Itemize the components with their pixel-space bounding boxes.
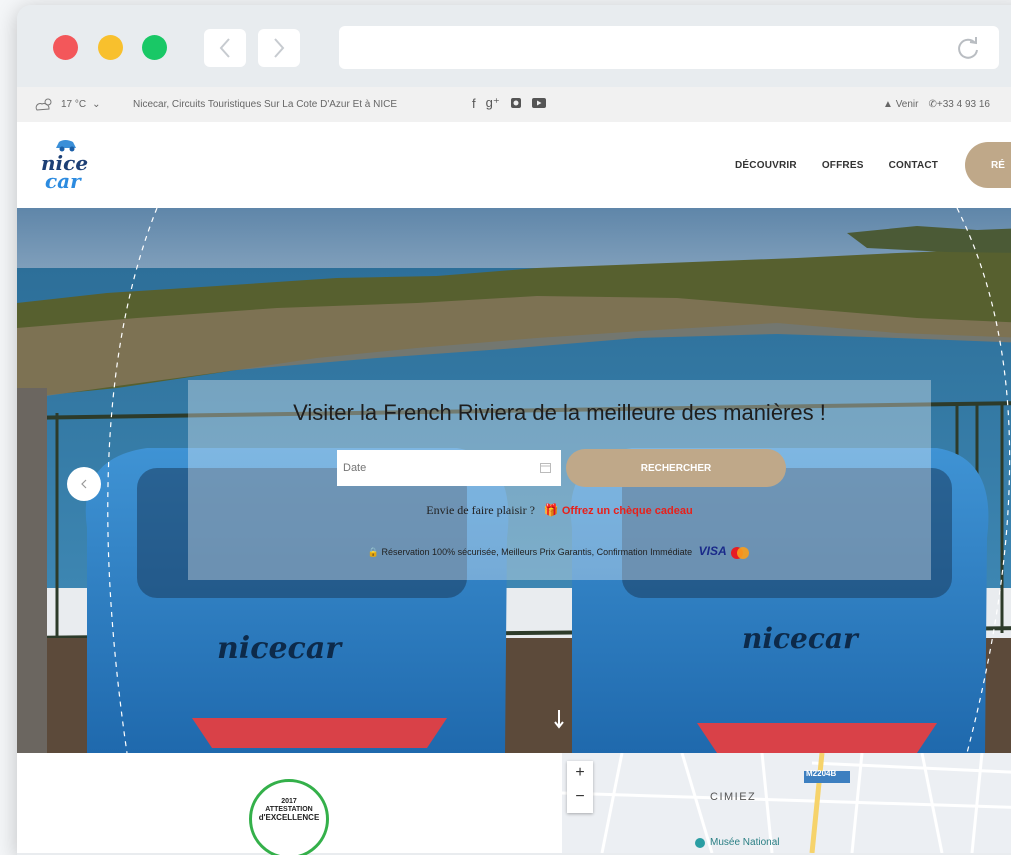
nav-offres[interactable]: OFFRES (822, 160, 864, 171)
calendar-icon[interactable] (540, 462, 551, 473)
tripadvisor-award-badge[interactable]: 2017 ATTESTATION d'EXCELLENCE (249, 779, 329, 855)
partly-cloudy-icon (35, 98, 52, 111)
instagram-icon[interactable] (510, 97, 522, 109)
nav-decouvrir[interactable]: DÉCOUVRIR (735, 160, 797, 171)
browser-toolbar (17, 5, 1011, 87)
chevron-left-icon (81, 479, 87, 489)
directions-link[interactable]: ▲ Venir (883, 99, 918, 110)
top-info-bar: 17 °C ⌄ Nicecar, Circuits Touristiques S… (17, 87, 1011, 122)
search-button[interactable]: RECHERCHER (566, 449, 786, 487)
minimize-window-button[interactable] (98, 35, 123, 60)
award-year: 2017 (281, 798, 297, 805)
address-bar[interactable] (339, 26, 999, 69)
reload-icon[interactable] (955, 35, 981, 61)
hero-section: nicecar nicecar Visiter la French Rivier… (17, 208, 1011, 753)
lock-icon: 🔒 (367, 547, 380, 557)
nicecar-logo[interactable]: nice car (37, 136, 97, 196)
map-district-label: CIMIEZ (710, 791, 757, 803)
weather-widget[interactable]: 17 °C ⌄ (35, 96, 101, 112)
site-header: nice car DÉCOUVRIR OFFRES CONTACT RÉ (17, 122, 1011, 208)
award-line2: d'EXCELLENCE (258, 813, 320, 822)
location-map[interactable]: + − CIMIEZ M2204B Musée National (562, 753, 1011, 853)
contact-links: ▲ Venir ✆+33 4 93 16 (883, 99, 990, 110)
hero-headline: Visiter la French Riviera de la meilleur… (293, 400, 826, 425)
arrow-down-icon[interactable] (553, 708, 565, 730)
temperature-text: 17 °C (61, 98, 87, 110)
maximize-window-button[interactable] (142, 35, 167, 60)
chevron-left-icon (219, 38, 230, 58)
google-plus-icon[interactable]: g⁺ (486, 95, 500, 111)
social-links: f g⁺ (472, 95, 546, 111)
mastercard-icon (731, 546, 750, 559)
slider-prev-button[interactable] (67, 467, 101, 501)
gift-icon: 🎁 (537, 503, 559, 517)
search-panel: Visiter la French Riviera de la meilleur… (188, 380, 931, 580)
browser-window: 17 °C ⌄ Nicecar, Circuits Touristiques S… (17, 5, 1011, 855)
nav-contact[interactable]: CONTACT (889, 160, 939, 171)
svg-text:car: car (45, 169, 82, 193)
youtube-icon[interactable] (531, 97, 546, 109)
chevron-down-icon: ⌄ (92, 98, 101, 110)
back-button[interactable] (204, 29, 246, 67)
main-navigation: DÉCOUVRIR OFFRES CONTACT (735, 160, 938, 171)
gift-voucher-row: Envie de faire plaisir ? 🎁 Offrez un chè… (188, 503, 931, 518)
map-poi-label: Musée National (710, 837, 780, 848)
phone-number: +33 4 93 16 (936, 99, 990, 110)
site-tagline: Nicecar, Circuits Touristiques Sur La Co… (133, 99, 398, 110)
phone-link[interactable]: ✆+33 4 93 16 (928, 99, 990, 110)
zoom-out-button[interactable]: − (567, 785, 593, 809)
zoom-in-button[interactable]: + (567, 761, 593, 785)
reserve-button[interactable]: RÉ (965, 142, 1011, 188)
bottom-section: 2017 ATTESTATION d'EXCELLENCE + − CIMIEZ… (17, 753, 1011, 855)
gift-voucher-link[interactable]: Offrez un chèque cadeau (562, 505, 693, 517)
svg-text:nicecar: nicecar (742, 622, 860, 655)
visa-logo: VISA (698, 544, 727, 558)
map-zoom-control: + − (567, 761, 593, 813)
phone-icon: ✆ (928, 99, 937, 110)
directions-label: Venir (895, 99, 919, 110)
navigation-arrow-icon: ▲ (883, 99, 893, 110)
gift-prompt: Envie de faire plaisir ? (426, 503, 535, 517)
secure-booking-row: 🔒 Réservation 100% sécurisée, Meilleurs … (188, 544, 931, 560)
map-streets (562, 753, 1011, 853)
close-window-button[interactable] (53, 35, 78, 60)
forward-button[interactable] (258, 29, 300, 67)
date-input[interactable] (337, 450, 561, 486)
chevron-right-icon (274, 38, 285, 58)
facebook-icon[interactable]: f (472, 96, 476, 111)
map-road-label: M2204B (806, 769, 837, 778)
award-text: 2017 ATTESTATION d'EXCELLENCE (252, 798, 326, 822)
svg-text:nicecar: nicecar (217, 631, 343, 666)
secure-booking-text: Réservation 100% sécurisée, Meilleurs Pr… (381, 547, 693, 557)
